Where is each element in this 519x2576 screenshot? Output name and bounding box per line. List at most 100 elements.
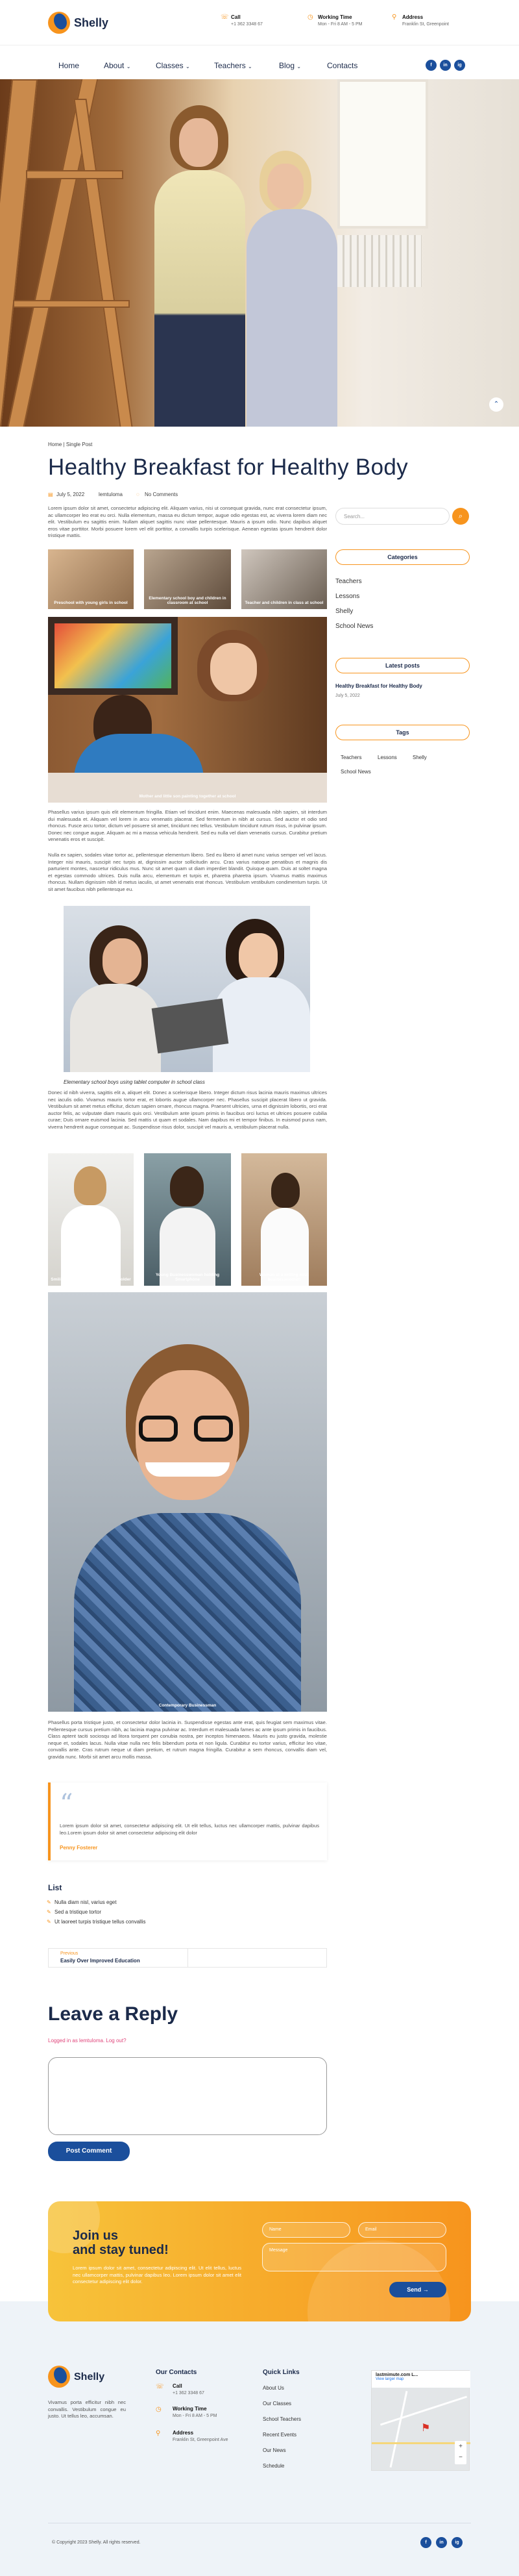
top-bar: Shelly ☏ Call +1 362 3348 67 ◷ Working T…: [0, 0, 519, 45]
footer-address-value: Franklin St, Greenpoint Ave: [173, 2438, 228, 2442]
related-label: Previous: [60, 1951, 78, 1956]
footer-link[interactable]: School Teachers: [263, 2416, 301, 2422]
calendar-icon: ▤: [48, 492, 53, 497]
footer-link[interactable]: Schedule: [263, 2463, 284, 2469]
article-photo: Mother and little son painting together …: [48, 617, 327, 803]
map-larger-link[interactable]: View larger map: [376, 2377, 466, 2381]
article-photo: [64, 906, 310, 1072]
paragraph-1: Lorem ipsum dolor sit amet, consectetur …: [48, 505, 327, 538]
paragraph-3: Nulla ex sapien, sodales vitae tortor ac…: [48, 852, 327, 892]
footer-link[interactable]: Recent Events: [263, 2432, 296, 2438]
related-post-nav[interactable]: Previous Easily Over Improved Education: [48, 1948, 327, 1968]
hours-title: Working Time: [318, 14, 352, 20]
gallery-image[interactable]: Preschool with young girls in school: [48, 549, 134, 609]
footer-link[interactable]: Our News: [263, 2447, 286, 2453]
related-title[interactable]: Easily Over Improved Education: [60, 1958, 140, 1964]
breadcrumb: Home | Single Post: [48, 442, 93, 447]
send-button[interactable]: Send →: [389, 2282, 446, 2297]
post-author[interactable]: lemtuloma: [99, 492, 123, 497]
list-title: List: [48, 1883, 62, 1892]
tag-link[interactable]: Lessons: [378, 755, 397, 760]
quick-links-title: Quick Links: [263, 2369, 300, 2376]
nav-teachers[interactable]: Teachers ⌄: [214, 61, 252, 70]
category-link[interactable]: Lessons: [335, 593, 359, 600]
paragraph-2: Phasellus varius ipsum quis elit element…: [48, 809, 327, 842]
tag-link[interactable]: School News: [341, 769, 371, 775]
map-zoom-control[interactable]: + −: [455, 2441, 466, 2464]
brand-name[interactable]: Shelly: [74, 16, 108, 30]
contacts-title: Our Contacts: [156, 2369, 197, 2376]
breadcrumb-home[interactable]: Home: [48, 442, 62, 447]
post-comments[interactable]: No Comments: [145, 492, 178, 497]
breadcrumb-current: Single Post: [66, 442, 93, 447]
newsletter-title-2: and stay tuned!: [73, 2243, 169, 2257]
list-item: Sed a tristique tortor: [47, 1909, 101, 1915]
footer-link[interactable]: About Us: [263, 2385, 284, 2391]
latest-post-link[interactable]: Healthy Breakfast for Healthy Body: [335, 683, 422, 689]
gallery-image[interactable]: Woman at a writing desk businesswoman: [241, 1153, 327, 1286]
phone-icon: ☏: [221, 14, 229, 21]
gallery-image[interactable]: Teacher and children in class at school: [241, 549, 327, 609]
quote-icon: “: [60, 1789, 73, 1819]
main-nav: Home About ⌄ Classes ⌄ Teachers ⌄ Blog ⌄…: [0, 52, 519, 78]
nav-classes[interactable]: Classes ⌄: [156, 61, 190, 70]
map-pin-icon[interactable]: ⚑: [421, 2421, 430, 2434]
nav-about[interactable]: About ⌄: [104, 61, 130, 70]
logged-in-link[interactable]: Logged in as lemtuloma. Log out?: [48, 2038, 127, 2044]
search-input[interactable]: Search...: [335, 508, 450, 525]
footer-brand-name[interactable]: Shelly: [74, 2371, 104, 2383]
quote-text: Lorem ipsum dolor sit amet, consectetur …: [60, 1823, 319, 1836]
newsletter-section: Join us and stay tuned! Lorem ipsum dolo…: [48, 2201, 471, 2321]
instagram-icon[interactable]: ig: [454, 60, 465, 71]
categories-header: Categories: [335, 549, 470, 565]
tag-link[interactable]: Teachers: [341, 755, 361, 760]
instagram-icon[interactable]: ig: [452, 2537, 463, 2548]
nav-blog[interactable]: Blog ⌄: [279, 61, 301, 70]
gallery-image[interactable]: Elementary school boy and children in cl…: [144, 549, 231, 609]
paragraph-5: Phasellus porta tristique justo, et cons…: [48, 1719, 327, 1760]
location-icon: ⚲: [392, 14, 397, 21]
chevron-down-icon: ⌄: [248, 64, 252, 69]
footer-logo-icon[interactable]: [48, 2366, 70, 2388]
comment-textarea[interactable]: [48, 2057, 327, 2135]
facebook-icon[interactable]: f: [426, 60, 437, 71]
newsletter-name-input[interactable]: Name: [262, 2222, 350, 2238]
address-title: Address: [402, 14, 424, 20]
category-link[interactable]: Teachers: [335, 578, 362, 585]
chevron-down-icon: ⌄: [126, 64, 131, 69]
copyright: © Copyright 2023 Shelly. All rights rese…: [52, 2540, 141, 2545]
footer-call-value[interactable]: +1 362 3348 67: [173, 2391, 204, 2395]
arrow-right-icon: →: [422, 2286, 429, 2293]
post-comment-button[interactable]: Post Comment: [48, 2142, 130, 2161]
category-link[interactable]: Shelly: [335, 608, 353, 615]
list-item: Ut laoreet turpis tristique tellus conva…: [47, 1919, 145, 1925]
search-button[interactable]: ⌕: [452, 508, 469, 525]
chevron-down-icon: ⌄: [296, 64, 302, 69]
tag-link[interactable]: Shelly: [413, 755, 427, 760]
linkedin-icon[interactable]: in: [436, 2537, 447, 2548]
footer-link[interactable]: Our Classes: [263, 2401, 291, 2407]
nav-contacts[interactable]: Contacts: [327, 61, 357, 70]
logo-icon[interactable]: [48, 12, 70, 34]
scroll-up-icon[interactable]: ⌃: [489, 397, 503, 412]
page-title: Healthy Breakfast for Healthy Body: [48, 455, 408, 480]
blockquote: “ Lorem ipsum dolor sit amet, consectetu…: [48, 1782, 327, 1860]
search-icon: ⌕: [458, 512, 463, 520]
call-value[interactable]: +1 362 3348 67: [231, 22, 263, 27]
map-label: lastmimute.com L...: [376, 2373, 418, 2377]
category-link[interactable]: School News: [335, 623, 373, 630]
linkedin-icon[interactable]: in: [440, 60, 451, 71]
post-date[interactable]: July 5, 2022: [56, 492, 84, 497]
embedded-map[interactable]: lastmimute.com L... View larger map ⚑ + −: [371, 2370, 470, 2471]
newsletter-text: Lorem ipsum dolor sit amet, consectetur …: [73, 2265, 241, 2284]
newsletter-message-input[interactable]: Message: [262, 2243, 446, 2271]
facebook-icon[interactable]: f: [420, 2537, 431, 2548]
gallery-image[interactable]: Smiling Businesswoman holding Folder: [48, 1153, 134, 1286]
newsletter-email-input[interactable]: Email: [358, 2222, 446, 2238]
gallery-image[interactable]: Young Businesswoman holding Smartphone: [144, 1153, 231, 1286]
footer-about: Vivamus porta efficitur nibh nec convall…: [48, 2399, 126, 2419]
hours-value: Mon - Fri 8 AM - 5 PM: [318, 22, 363, 27]
nav-home[interactable]: Home: [58, 61, 79, 70]
paragraph-4: Donec id nibh viverra, sagittis elit a, …: [48, 1090, 327, 1130]
quote-author: Penny Fosterer: [60, 1845, 98, 1851]
